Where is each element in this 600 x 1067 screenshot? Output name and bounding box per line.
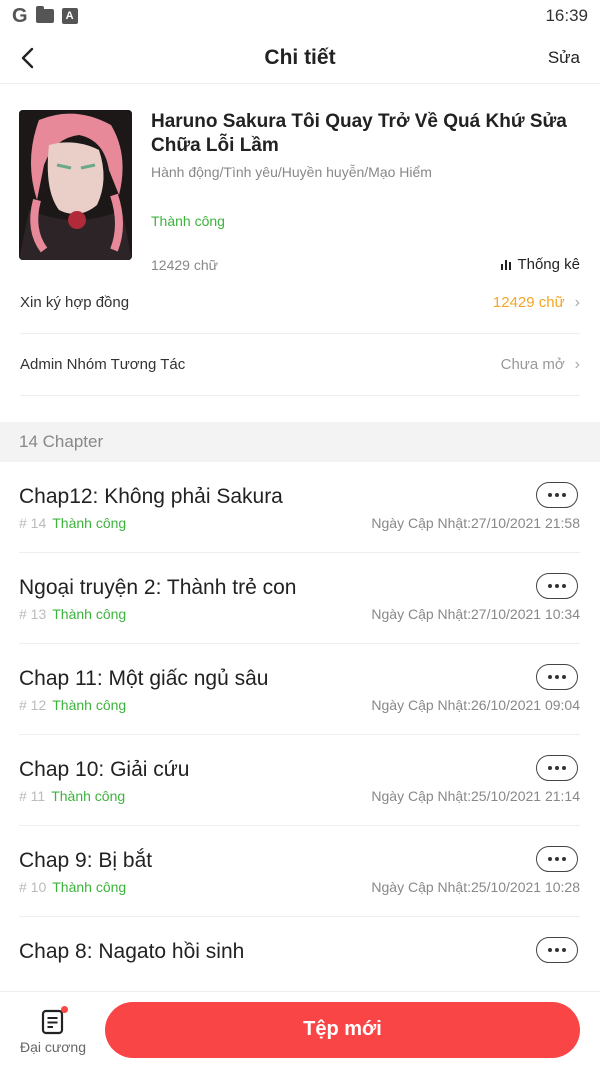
chapter-date: Ngày Cập Nhật:27/10/2021 10:34 — [371, 606, 580, 622]
setting-label: Admin Nhóm Tương Tác — [20, 356, 186, 373]
stats-button[interactable]: Thống kê — [500, 256, 580, 273]
page-title: Chi tiết — [264, 45, 336, 69]
book-cover-image[interactable] — [19, 110, 132, 260]
chapter-status: Thành công — [52, 606, 127, 622]
outline-button[interactable]: Đại cương — [19, 1005, 87, 1055]
chapter-status: Thành công — [52, 697, 127, 713]
bar-chart-icon — [500, 259, 512, 270]
chapter-item[interactable]: Ngoại truyện 2: Thành trẻ con # 13 Thành… — [19, 553, 580, 644]
word-count: 12429 chữ — [151, 257, 218, 273]
chapter-number: # 12 — [19, 697, 47, 713]
chapter-item[interactable]: Chap12: Không phải Sakura # 14 Thành côn… — [19, 462, 580, 553]
status-bar: G A 16:39 — [0, 0, 600, 32]
chapter-sub: # 13 Thành công — [19, 606, 126, 622]
setting-label: Xin ký hợp đồng — [20, 294, 130, 311]
chapter-sub: # 10 Thành công — [19, 879, 126, 895]
status-icons: G A — [12, 5, 78, 28]
chapter-title: Chap 11: Một giấc ngủ sâu — [19, 667, 269, 690]
setting-row-admin-group[interactable]: Admin Nhóm Tương Tác Chưa mở › — [20, 334, 580, 396]
status-time: 16:39 — [545, 6, 588, 25]
chapter-status: Thành công — [52, 515, 127, 531]
chapter-item[interactable]: Chap 11: Một giấc ngủ sâu # 12 Thành côn… — [19, 644, 580, 735]
setting-value-group: 12429 chữ › — [493, 294, 580, 312]
chapter-title: Ngoại truyện 2: Thành trẻ con — [19, 576, 297, 599]
chapter-date: Ngày Cập Nhật:25/10/2021 21:14 — [371, 788, 580, 804]
chapter-number: # 13 — [19, 606, 47, 622]
nav-bar: Chi tiết Sửa — [0, 32, 600, 84]
chapter-title: Chap 8: Nagato hồi sinh — [19, 940, 245, 963]
book-genre: Hành động/Tình yêu/Huyền huyễn/Mạo Hiểm — [151, 164, 432, 180]
setting-value-group: Chưa mở › — [501, 356, 580, 374]
chapter-number: # 14 — [19, 515, 47, 531]
chapter-number: # 11 — [19, 788, 46, 804]
chapter-title: Chap 10: Giải cứu — [19, 758, 190, 781]
chapter-status: Thành công — [52, 879, 127, 895]
book-title: Haruno Sakura Tôi Quay Trở Về Quá Khứ Sử… — [151, 111, 567, 156]
more-options-button[interactable] — [536, 664, 578, 690]
notification-dot — [61, 1005, 68, 1013]
stats-label: Thống kê — [517, 256, 580, 273]
chapter-date: Ngày Cập Nhật:25/10/2021 10:28 — [371, 879, 580, 895]
chapter-count-header: 14 Chapter — [0, 422, 600, 462]
new-file-button[interactable]: Tệp mới — [105, 1001, 580, 1058]
chapter-number: # 10 — [19, 879, 47, 895]
book-status: Thành công — [151, 213, 225, 229]
more-options-button[interactable] — [536, 482, 578, 508]
setting-row-contract[interactable]: Xin ký hợp đồng 12429 chữ › — [20, 272, 580, 334]
document-icon — [41, 1005, 68, 1035]
chapter-title: Chap 9: Bị bắt — [19, 849, 153, 872]
chapter-sub: # 14 Thành công — [19, 515, 126, 531]
a-app-icon: A — [61, 8, 78, 24]
more-options-button[interactable] — [536, 937, 578, 963]
chevron-right-icon: › — [574, 355, 580, 373]
chapter-list: Chap12: Không phải Sakura # 14 Thành côn… — [0, 462, 600, 1008]
more-options-button[interactable] — [536, 573, 578, 599]
chapter-sub: # 12 Thành công — [19, 697, 126, 713]
folder-icon — [35, 6, 54, 23]
bottom-bar: Đại cương Tệp mới — [0, 991, 600, 1067]
outline-label: Đại cương — [19, 1038, 87, 1055]
chapter-title: Chap12: Không phải Sakura — [19, 485, 283, 508]
book-meta: Haruno Sakura Tôi Quay Trở Về Quá Khứ Sử… — [151, 110, 580, 273]
more-options-button[interactable] — [536, 846, 578, 872]
setting-value: Chưa mở — [500, 356, 565, 373]
chapter-date: Ngày Cập Nhật:27/10/2021 21:58 — [371, 515, 580, 531]
chevron-right-icon: › — [574, 293, 580, 311]
chapter-status: Thành công — [51, 788, 126, 804]
chapter-item[interactable]: Chap 10: Giải cứu # 11 Thành công Ngày C… — [19, 735, 580, 826]
edit-button[interactable]: Sửa — [548, 48, 580, 68]
back-icon[interactable] — [20, 46, 44, 70]
chapter-date: Ngày Cập Nhật:26/10/2021 09:04 — [371, 697, 580, 713]
chapter-sub: # 11 Thành công — [19, 788, 125, 804]
chapter-item[interactable]: Chap 9: Bị bắt # 10 Thành công Ngày Cập … — [19, 826, 580, 917]
setting-value: 12429 chữ — [492, 294, 565, 311]
book-info: Haruno Sakura Tôi Quay Trở Về Quá Khứ Sử… — [0, 84, 600, 273]
more-options-button[interactable] — [536, 755, 578, 781]
google-icon: G — [12, 4, 28, 27]
settings-list: Xin ký hợp đồng 12429 chữ › Admin Nhóm T… — [0, 272, 600, 396]
